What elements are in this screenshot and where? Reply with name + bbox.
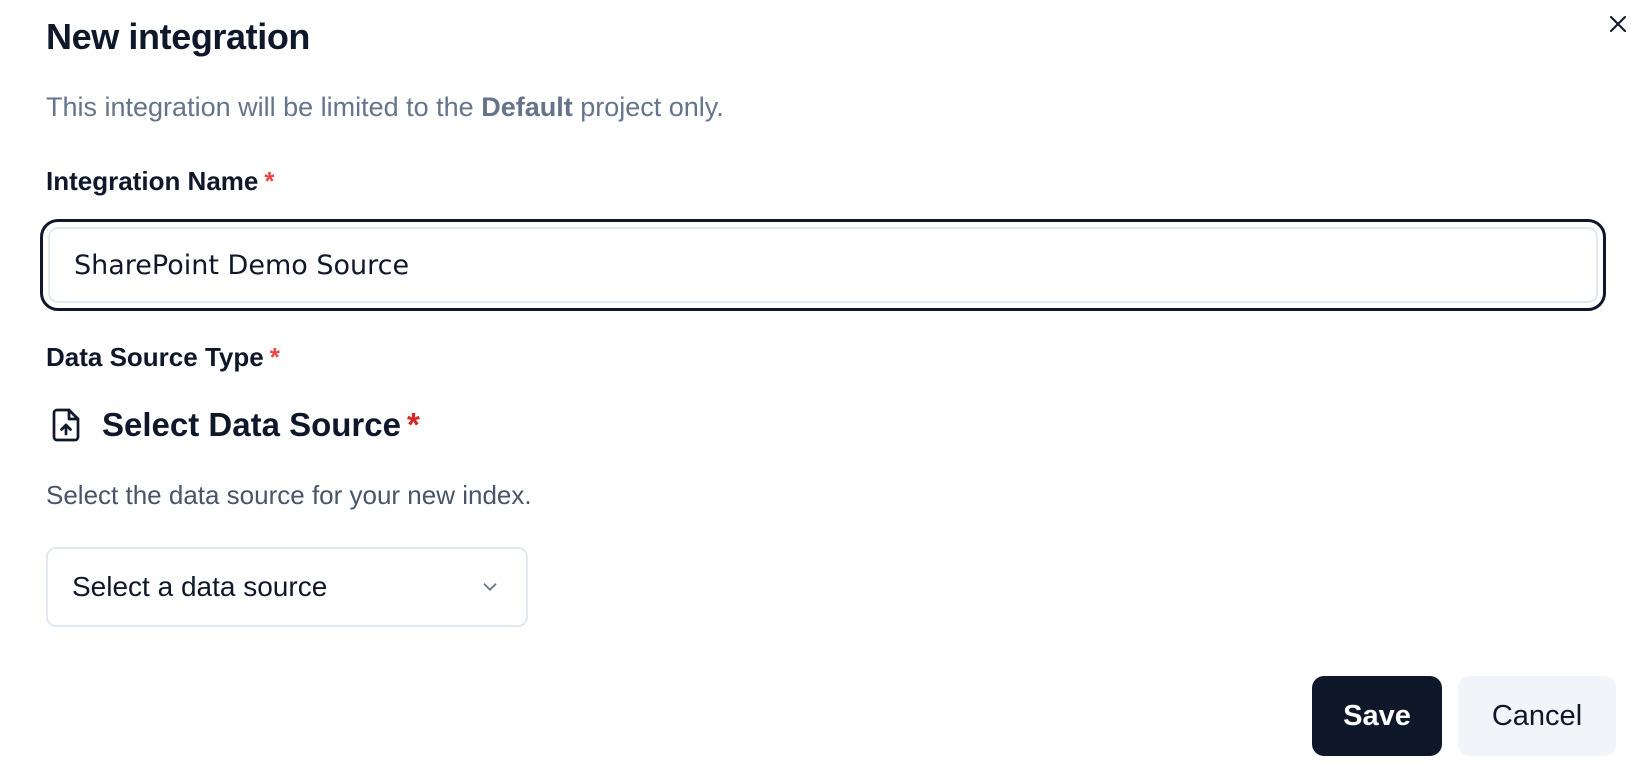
data-source-help-text: Select the data source for your new inde… [46, 480, 532, 510]
chevron-down-icon [478, 575, 502, 599]
data-source-select-value: Select a data source [72, 571, 328, 602]
integration-name-focus-ring [40, 219, 1606, 311]
data-source-select[interactable]: Select a data source [46, 547, 528, 627]
cancel-button[interactable]: Cancel [1458, 676, 1616, 756]
integration-name-input[interactable] [48, 227, 1598, 303]
data-source-type-label: Data Source Type * [46, 342, 280, 373]
required-marker: * [269, 342, 280, 372]
save-button[interactable]: Save [1312, 676, 1442, 756]
required-marker: * [406, 406, 420, 443]
integration-name-label-text: Integration Name [46, 166, 259, 196]
description-prefix: This integration will be limited to the [46, 92, 482, 122]
close-button[interactable] [1598, 4, 1638, 44]
data-source-type-label-text: Data Source Type [46, 342, 264, 372]
select-data-source-header: Select Data Source * [46, 400, 420, 450]
select-data-source-title: Select Data Source [102, 406, 401, 443]
dialog-title: New integration [46, 16, 311, 57]
file-upload-icon [46, 403, 86, 447]
dialog-description: This integration will be limited to the … [46, 92, 724, 123]
description-suffix: project only. [572, 92, 724, 122]
required-marker: * [264, 166, 275, 196]
project-name: Default [481, 92, 573, 122]
new-integration-dialog: New integration This integration will be… [0, 0, 1642, 778]
integration-name-label: Integration Name * [46, 166, 275, 197]
close-icon [1610, 16, 1626, 32]
